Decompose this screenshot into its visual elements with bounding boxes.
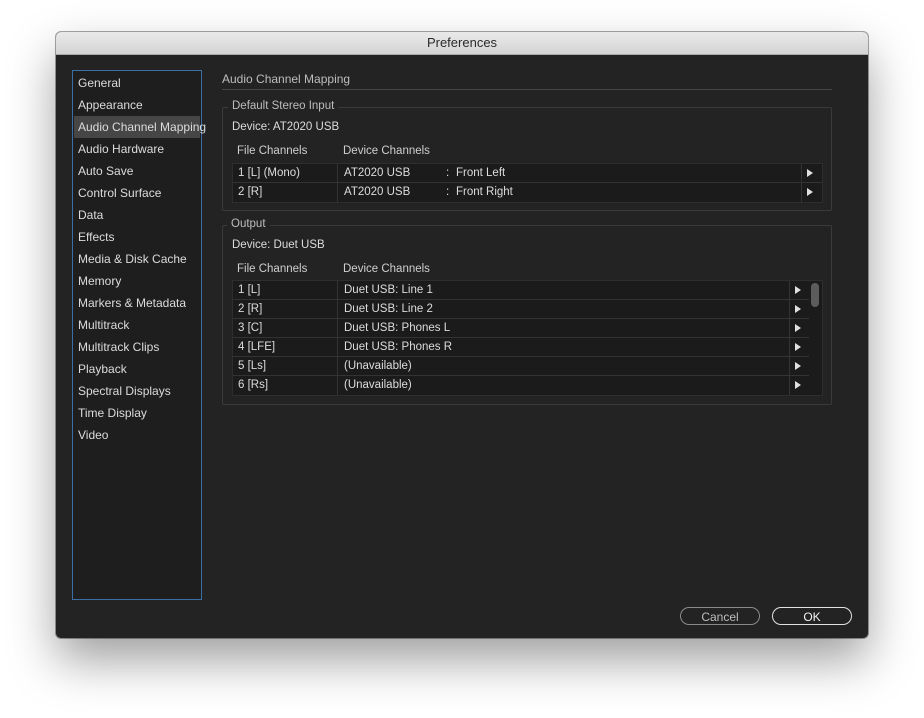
sidebar-item-general[interactable]: General: [74, 72, 200, 94]
sidebar-item-audio-hardware[interactable]: Audio Hardware: [74, 138, 200, 160]
file-channel-cell: 2 [R]: [238, 303, 263, 315]
sidebar-item-media-disk-cache[interactable]: Media & Disk Cache: [74, 248, 200, 270]
device-channel-cell: (Unavailable): [344, 379, 412, 391]
table-row[interactable]: 4 [LFE] Duet USB: Phones R: [233, 338, 809, 357]
triangle-right-icon[interactable]: [795, 324, 801, 332]
channel-separator: :: [446, 167, 450, 179]
table-row[interactable]: 6 [Rs] (Unavailable): [233, 376, 809, 395]
sidebar-item-multitrack-clips[interactable]: Multitrack Clips: [74, 336, 200, 358]
sidebar-item-data[interactable]: Data: [74, 204, 200, 226]
triangle-right-icon[interactable]: [795, 305, 801, 313]
stereo-col-device-channels: Device Channels: [343, 145, 430, 157]
output-device: Device: Duet USB: [232, 239, 325, 251]
sidebar-item-video[interactable]: Video: [74, 424, 200, 446]
preferences-window: Preferences General Appearance Audio Cha…: [56, 32, 868, 638]
stereo-input-legend: Default Stereo Input: [228, 100, 339, 112]
sidebar-item-memory[interactable]: Memory: [74, 270, 200, 292]
device-channel-cell: Duet USB: Line 1: [344, 284, 433, 296]
triangle-right-icon[interactable]: [795, 381, 801, 389]
sidebar-item-time-display[interactable]: Time Display: [74, 402, 200, 424]
file-channel-cell: 2 [R]: [238, 186, 263, 198]
sidebar-item-appearance[interactable]: Appearance: [74, 94, 200, 116]
sidebar-item-auto-save[interactable]: Auto Save: [74, 160, 200, 182]
cancel-button[interactable]: Cancel: [680, 607, 760, 625]
sidebar-item-multitrack[interactable]: Multitrack: [74, 314, 200, 336]
file-channel-cell: 3 [C]: [238, 322, 263, 334]
sidebar: General Appearance Audio Channel Mapping…: [72, 70, 206, 600]
output-col-file-channels: File Channels: [237, 263, 308, 275]
triangle-right-icon[interactable]: [807, 188, 813, 196]
sidebar-item-spectral-displays[interactable]: Spectral Displays: [74, 380, 200, 402]
stereo-input-table: 1 [L] (Mono) AT2020 USB : Front Left 2 […: [232, 163, 823, 203]
channel-name-cell: Front Right: [456, 186, 513, 198]
device-channel-cell: AT2020 USB: [344, 186, 411, 198]
device-channel-cell: Duet USB: Line 2: [344, 303, 433, 315]
panel-title-divider: [222, 89, 832, 90]
device-channel-cell: (Unavailable): [344, 360, 412, 372]
table-row[interactable]: 1 [L] Duet USB: Line 1: [233, 281, 809, 300]
table-row[interactable]: 2 [R] AT2020 USB : Front Right: [233, 183, 822, 202]
triangle-right-icon[interactable]: [795, 362, 801, 370]
table-row[interactable]: 5 [Ls] (Unavailable): [233, 357, 809, 376]
sidebar-item-effects[interactable]: Effects: [74, 226, 200, 248]
output-col-device-channels: Device Channels: [343, 263, 430, 275]
triangle-right-icon[interactable]: [795, 286, 801, 294]
stereo-col-file-channels: File Channels: [237, 145, 308, 157]
output-table-scrollbar[interactable]: [811, 283, 819, 307]
output-legend: Output: [227, 218, 270, 230]
device-channel-cell: AT2020 USB: [344, 167, 411, 179]
channel-name-cell: Front Left: [456, 167, 506, 179]
table-row[interactable]: 1 [L] (Mono) AT2020 USB : Front Left: [233, 164, 822, 183]
file-channel-cell: 5 [Ls]: [238, 360, 267, 372]
file-channel-cell: 6 [Rs]: [238, 379, 269, 391]
triangle-right-icon[interactable]: [807, 169, 813, 177]
table-row[interactable]: 2 [R] Duet USB: Line 2: [233, 300, 809, 319]
stereo-input-device: Device: AT2020 USB: [232, 121, 340, 133]
sidebar-item-audio-channel-mapping[interactable]: Audio Channel Mapping: [74, 116, 206, 138]
sidebar-item-markers-metadata[interactable]: Markers & Metadata: [74, 292, 200, 314]
output-table: 1 [L] Duet USB: Line 1 2 [R] Duet USB: L…: [232, 280, 823, 396]
channel-separator: :: [446, 186, 450, 198]
device-channel-cell: Duet USB: Phones L: [344, 322, 451, 334]
sidebar-item-playback[interactable]: Playback: [74, 358, 200, 380]
file-channel-cell: 1 [L] (Mono): [238, 167, 300, 179]
sidebar-item-control-surface[interactable]: Control Surface: [74, 182, 200, 204]
file-channel-cell: 1 [L]: [238, 284, 261, 296]
table-row[interactable]: 3 [C] Duet USB: Phones L: [233, 319, 809, 338]
window-title: Preferences: [56, 32, 868, 55]
file-channel-cell: 4 [LFE]: [238, 341, 276, 353]
device-channel-cell: Duet USB: Phones R: [344, 341, 453, 353]
triangle-right-icon[interactable]: [795, 343, 801, 351]
ok-button[interactable]: OK: [772, 607, 852, 625]
panel-title: Audio Channel Mapping: [222, 72, 351, 86]
